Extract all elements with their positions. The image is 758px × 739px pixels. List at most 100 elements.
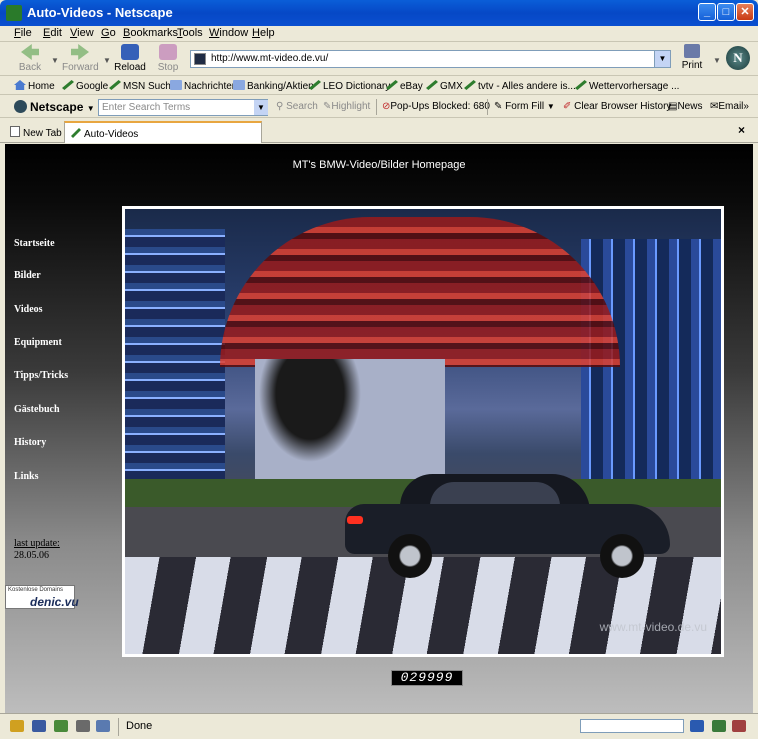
bookmark-nachrichten[interactable]: Nachrichten	[170, 80, 237, 92]
menu-bookmarks[interactable]: Bookmarks	[123, 27, 178, 39]
bookmark-icon	[575, 80, 587, 90]
menu-help[interactable]: Help	[252, 27, 275, 39]
status-text: Done	[126, 720, 153, 732]
url-dropdown-button[interactable]: ▼	[654, 51, 670, 67]
pen-icon[interactable]	[76, 720, 90, 732]
nav-link-videos[interactable]: Videos	[14, 304, 43, 315]
forward-button[interactable]: Forward	[62, 44, 99, 74]
last-update-label[interactable]: last update:	[14, 538, 60, 549]
nav-link-history[interactable]: History	[14, 437, 46, 448]
menu-go[interactable]: Go	[101, 27, 116, 39]
highlight-button[interactable]: ✎Highlight	[323, 101, 370, 112]
close-window-button[interactable]: ✕	[736, 3, 754, 21]
url-text[interactable]: http://www.mt-video.de.vu/	[211, 53, 328, 64]
url-bar[interactable]: http://www.mt-video.de.vu/ ▼	[190, 50, 671, 68]
nav-link-startseite[interactable]: Startseite	[14, 238, 55, 249]
bookmark-icon	[109, 80, 121, 90]
netscape-logo[interactable]: N	[726, 46, 750, 70]
sun-icon[interactable]	[10, 720, 24, 732]
popup-status-icon[interactable]	[732, 720, 746, 732]
denic-banner-text: Kostenlose Domains	[8, 587, 64, 593]
eraser-icon: ✐	[563, 101, 572, 112]
bookmarks-toolbar: Home Google MSN Suche Nachrichten Bankin…	[0, 77, 758, 95]
window-icon[interactable]	[96, 720, 110, 732]
bookmark-icon	[464, 80, 476, 90]
nav-link-equipment[interactable]: Equipment	[14, 337, 62, 348]
connection-icon[interactable]	[690, 720, 704, 732]
new-page-icon	[10, 126, 20, 137]
stop-button[interactable]: Stop	[150, 44, 186, 74]
nav-link-gaestebuch[interactable]: Gästebuch	[14, 404, 60, 415]
menu-edit[interactable]: Edit	[43, 27, 62, 39]
netscape-icon	[14, 100, 27, 113]
maximize-button[interactable]: □	[717, 3, 735, 21]
page-title: MT's BMW-Video/Bilder Homepage	[292, 159, 466, 171]
site-favicon-icon	[194, 53, 206, 65]
status-bar: Done	[0, 713, 758, 739]
menu-file[interactable]: File	[14, 27, 32, 39]
bookmark-icon	[386, 80, 398, 90]
menu-view[interactable]: View	[70, 27, 94, 39]
nav-link-tipps-tricks[interactable]: Tipps/Tricks	[14, 370, 68, 381]
tab-bar: New Tab Auto-Videos	[0, 119, 758, 143]
bookmark-home[interactable]: Home	[14, 80, 55, 92]
print-dropdown[interactable]: ▼	[713, 56, 721, 65]
forward-arrow-icon	[71, 44, 89, 60]
nav-link-links[interactable]: Links	[14, 471, 38, 482]
form-fill-button[interactable]: ✎ Form Fill ▼	[494, 101, 555, 112]
home-icon	[14, 80, 26, 90]
nav-link-bilder[interactable]: Bilder	[14, 270, 41, 281]
search-input[interactable]	[98, 99, 268, 116]
bookmark-leo-dictionary[interactable]: LEO Dictionary	[309, 80, 390, 92]
page-content: MT's BMW-Video/Bilder Homepage Startseit…	[5, 144, 753, 713]
person-icon[interactable]	[54, 720, 68, 732]
folder-icon	[170, 80, 182, 90]
printer-icon	[684, 44, 700, 58]
folder-icon	[233, 80, 245, 90]
bookmark-icon	[426, 80, 438, 90]
bookmark-gmx[interactable]: GMX	[426, 80, 463, 92]
photo-watermark: www.mt-video.de.vu	[599, 620, 707, 634]
clear-history-button[interactable]: ✐ Clear Browser History	[563, 101, 671, 112]
email-button[interactable]: ✉Email»	[710, 101, 749, 112]
security-icon[interactable]	[712, 720, 726, 732]
bookmark-tvtv[interactable]: tvtv - Alles andere is...	[464, 80, 576, 92]
toolbar-separator	[376, 99, 377, 115]
netscape-app-icon	[6, 5, 22, 21]
bookmark-icon	[309, 80, 321, 90]
print-button[interactable]: Print	[680, 44, 704, 71]
back-history-dropdown[interactable]: ▼	[51, 56, 59, 65]
menu-tools[interactable]: Tools	[177, 27, 203, 39]
bookmark-ebay[interactable]: eBay	[386, 80, 423, 92]
minimize-button[interactable]: _	[698, 3, 716, 21]
visitor-counter: 029999	[391, 670, 463, 686]
search-button[interactable]: ⚲ Search	[276, 101, 318, 112]
back-button[interactable]: Back	[12, 44, 48, 74]
bookmark-icon	[71, 128, 81, 138]
popups-blocked-button[interactable]: ⊘Pop-Ups Blocked: 680	[382, 101, 490, 112]
mail-icon[interactable]	[32, 720, 46, 732]
bookmark-msn-suche[interactable]: MSN Suche	[109, 80, 176, 92]
forward-history-dropdown[interactable]: ▼	[103, 56, 111, 65]
pen-icon: ✎	[494, 101, 503, 112]
bookmark-icon	[62, 80, 74, 90]
bookmark-wettervorhersage[interactable]: Wettervorhersage ...	[575, 80, 679, 92]
news-button[interactable]: ▤News	[668, 101, 702, 112]
menu-window[interactable]: Window	[209, 27, 248, 39]
bmw-photo: www.mt-video.de.vu	[125, 209, 721, 654]
tab-auto-videos[interactable]: Auto-Videos	[64, 121, 262, 143]
bookmark-google[interactable]: Google	[62, 80, 108, 92]
new-tab-button[interactable]: New Tab	[4, 121, 68, 143]
reload-button[interactable]: Reload	[112, 44, 148, 74]
close-tab-button[interactable]: ×	[738, 123, 745, 137]
netscape-menu-button[interactable]: Netscape ▼	[14, 100, 95, 114]
denic-logo: denic.vu	[30, 595, 79, 609]
search-dropdown-button[interactable]: ▼	[254, 100, 268, 115]
reload-icon	[121, 44, 139, 60]
denic-banner[interactable]: Kostenlose Domains denic.vu	[5, 585, 79, 609]
bookmark-banking-aktien[interactable]: Banking/Aktien	[233, 80, 314, 92]
magnifier-icon: ⚲	[276, 101, 284, 112]
toolbar-separator	[487, 99, 488, 115]
back-arrow-icon	[21, 44, 39, 60]
stop-icon	[159, 44, 177, 60]
